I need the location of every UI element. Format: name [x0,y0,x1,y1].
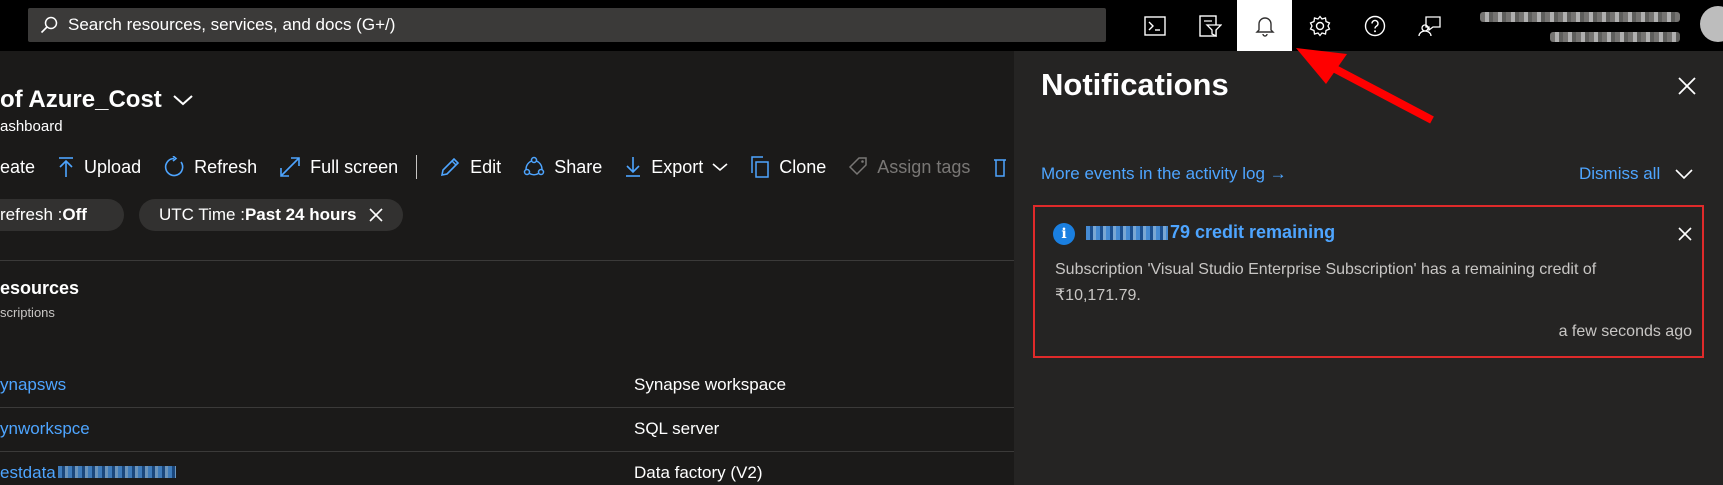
refresh-label: Refresh [194,156,258,177]
copy-icon [751,156,770,178]
edit-button[interactable]: Edit [439,156,501,178]
top-bar: Search resources, services, and docs (G+… [0,0,1723,51]
feedback-button[interactable] [1402,0,1457,51]
chevron-down-icon [712,163,728,172]
close-panel-button[interactable] [1674,73,1700,99]
resource-link[interactable]: ynworkspce [0,419,90,439]
dismiss-notification-button[interactable] [1675,224,1695,244]
resource-link[interactable]: ynapsws [0,375,66,395]
upload-label: Upload [84,156,142,177]
table-row: estdata Data factory (V2) [0,452,1014,485]
notifications-button[interactable] [1237,0,1292,51]
close-icon [1678,77,1696,95]
chevron-down-icon[interactable] [172,93,194,107]
notification-title-text: 79 credit remaining [1170,222,1336,242]
search-placeholder: Search resources, services, and docs (G+… [68,15,396,34]
full-screen-label: Full screen [310,156,399,177]
share-icon [523,156,545,176]
directory-filter-icon [1198,14,1222,37]
account-info-blurred[interactable] [1480,6,1690,46]
search-icon [40,16,58,34]
time-range-prefix: UTC Time : [159,205,245,224]
download-icon [626,157,641,177]
table-row: ynapsws Synapse workspace [0,364,1014,408]
tag-icon [849,157,868,176]
notifications-title: Notifications [1041,67,1229,102]
notification-title[interactable]: 79 credit remaining [1086,222,1335,243]
resource-type: SQL server [634,419,720,438]
assign-tags-label: Assign tags [877,156,971,177]
upload-button[interactable]: Upload [57,156,141,178]
blurred-amount [1086,225,1168,240]
resources-tile-title: esources [0,278,80,298]
export-label: Export [651,156,704,177]
close-icon [1678,227,1692,241]
auto-refresh-prefix: refresh : [0,205,63,224]
create-button[interactable]: eate [0,157,35,178]
resource-link[interactable]: estdata [0,463,176,483]
close-icon[interactable] [368,207,384,223]
dismiss-all-button[interactable]: Dismiss all [1579,164,1694,184]
refresh-button[interactable]: Refresh [163,156,257,178]
info-icon: i [1053,223,1075,245]
settings-button[interactable] [1292,0,1347,51]
share-label: Share [554,156,603,177]
export-button[interactable]: Export [624,156,728,178]
expand-icon [280,157,300,177]
global-search-box[interactable]: Search resources, services, and docs (G+… [28,8,1106,42]
auto-refresh-value: Off [62,205,87,224]
notifications-panel: Notifications More events in the activit… [1014,51,1723,485]
settings-gear-icon [1309,14,1330,37]
help-button[interactable] [1347,0,1402,51]
feedback-icon [1417,15,1441,36]
avatar[interactable] [1700,6,1723,42]
chevron-down-icon [1675,169,1693,180]
clone-label: Clone [779,156,827,177]
upload-icon [59,157,74,177]
cloud-shell-button[interactable] [1127,0,1182,51]
resources-tile-subtitle: scriptions [0,305,55,320]
clone-button[interactable]: Clone [750,156,826,178]
notification-timestamp: a few seconds ago [1558,323,1692,340]
notification-card[interactable]: i 79 credit remaining Subscription 'Visu… [1033,205,1704,358]
page-title-text: of Azure_Cost [0,86,162,113]
time-range-filter[interactable]: UTC Time : Past 24 hours [139,199,403,231]
directory-filter-button[interactable] [1182,0,1237,51]
page-title: of Azure_Cost [0,86,194,114]
create-label: eate [0,156,36,177]
blurred-text [57,466,176,478]
notification-body: Subscription 'Visual Studio Enterprise S… [1055,261,1597,304]
activity-log-link[interactable]: More events in the activity log → [1041,164,1287,184]
resource-type: Synapse workspace [634,375,787,394]
full-screen-button[interactable]: Full screen [279,156,398,178]
notifications-bell-icon [1254,16,1275,37]
command-bar: eate Upload Refresh Full screen Edit Sha… [0,152,1030,182]
assign-tags-button[interactable]: Assign tags [848,156,970,178]
edit-label: Edit [470,156,502,177]
auto-refresh-filter[interactable]: refresh : Off [0,199,124,231]
section-divider [0,260,1014,261]
dismiss-all-label: Dismiss all [1579,164,1661,183]
table-row: ynworkspce SQL server [0,408,1014,452]
time-range-value: Past 24 hours [244,205,357,224]
refresh-icon [164,156,184,177]
resource-type: Data factory (V2) [634,463,763,482]
page-subtitle: ashboard [0,118,63,135]
help-icon [1364,15,1385,36]
pencil-icon [441,157,460,177]
share-button[interactable]: Share [523,156,602,178]
command-separator [416,155,418,179]
trash-icon [994,159,1007,177]
delete-button[interactable] [992,156,1008,178]
cloud-shell-icon [1143,15,1166,36]
